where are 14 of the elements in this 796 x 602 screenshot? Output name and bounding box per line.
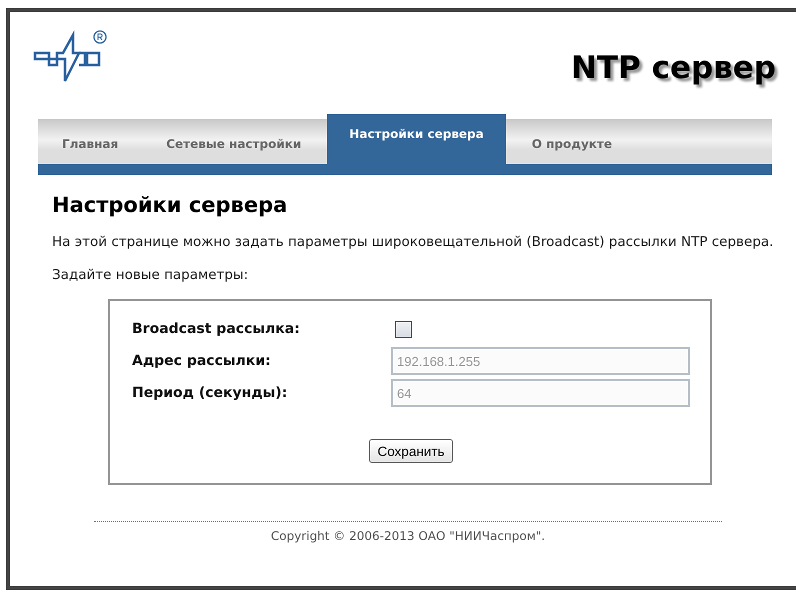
checkbox[interactable] (395, 320, 412, 338)
field-label: Broadcast рассылка: (132, 321, 301, 337)
nav-tab[interactable]: Главная (38, 124, 142, 164)
description-text: На этой странице можно задать параметры широковещательной (Broadcast) рассылки NTP сервера. (52, 233, 774, 251)
prompt-text: Задайте новые параметры: (52, 267, 250, 283)
nav-tab[interactable]: Настройки сервера (327, 114, 506, 164)
save-button[interactable]: Сохранить (369, 439, 453, 463)
nav-tab[interactable]: Сетевые настройки (142, 124, 326, 164)
nav-tab[interactable]: О продукте (508, 124, 636, 164)
field-label: Адрес рассылки: (132, 353, 272, 369)
page-title: NTP сервер (570, 50, 776, 86)
copyright-text: Copyright © 2006-2013 ОАО "НИИЧаспром". (270, 529, 546, 543)
section-heading: Настройки сервера (52, 193, 288, 217)
field-label: Период (секунды): (132, 385, 288, 401)
